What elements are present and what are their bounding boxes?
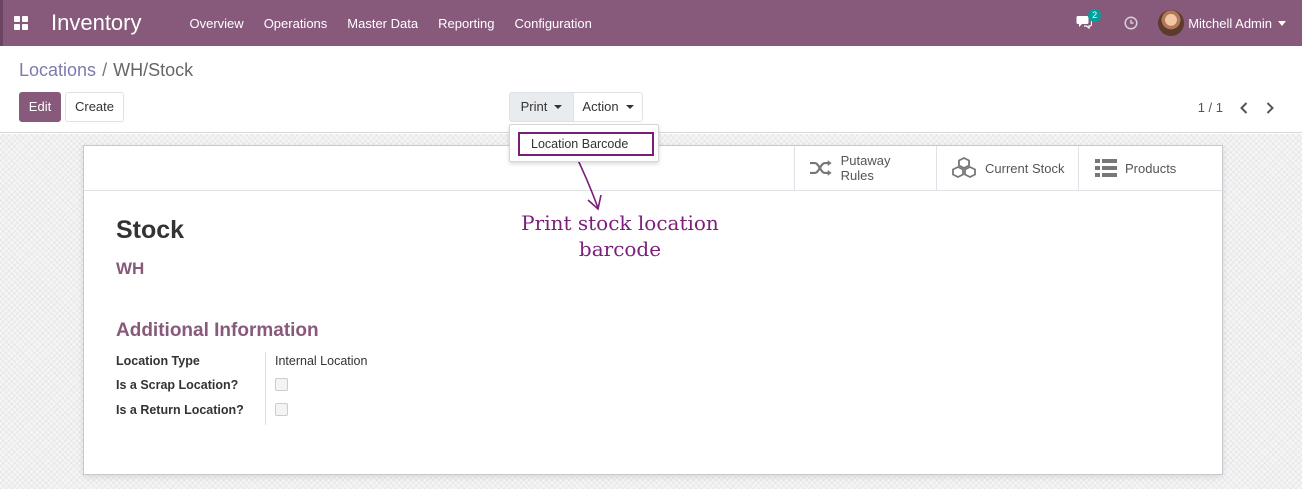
- print-dropdown-menu: Location Barcode: [509, 124, 659, 162]
- putaway-rules-label: Putaway Rules: [840, 153, 891, 183]
- print-dropdown-button[interactable]: Print: [509, 92, 573, 122]
- print-label: Print: [520, 99, 548, 114]
- annotation-line-1: Print stock location: [521, 211, 719, 235]
- caret-down-icon: [625, 105, 634, 109]
- top-navbar: Inventory Overview Operations Master Dat…: [0, 0, 1302, 46]
- apps-grid-icon[interactable]: [14, 16, 28, 30]
- return-location-label: Is a Return Location?: [116, 403, 244, 417]
- clock-icon[interactable]: [1124, 16, 1138, 30]
- return-location-checkbox[interactable]: [275, 403, 288, 416]
- location-barcode-menu-item[interactable]: Location Barcode: [518, 132, 654, 156]
- annotation-text: Print stock location barcode: [510, 210, 730, 262]
- main-menu: Overview Operations Master Data Reportin…: [190, 16, 612, 31]
- chat-count-badge: 2: [1088, 9, 1102, 22]
- app-name[interactable]: Inventory: [51, 10, 142, 36]
- pager-value[interactable]: 1 / 1: [1198, 100, 1223, 115]
- annotation-line-2: barcode: [578, 237, 662, 261]
- menu-item-reporting[interactable]: Reporting: [438, 16, 494, 31]
- breadcrumb-separator: /: [102, 60, 108, 80]
- chat-icon[interactable]: 2: [1076, 9, 1102, 31]
- smart-button-box: Putaway Rules Current Stock Products: [794, 146, 1222, 190]
- chevron-left-icon[interactable]: [1238, 101, 1250, 115]
- field-separator: [265, 352, 266, 425]
- current-stock-label: Current Stock: [985, 160, 1065, 176]
- menu-item-master-data[interactable]: Master Data: [347, 16, 418, 31]
- user-avatar[interactable]: [1158, 10, 1185, 36]
- form-sheet: Putaway Rules Current Stock Products Sto…: [83, 145, 1223, 475]
- action-label: Action: [582, 99, 619, 114]
- user-name[interactable]: Mitchell Admin: [1188, 16, 1272, 31]
- scrap-location-checkbox[interactable]: [275, 378, 288, 391]
- navbar-systray: 2 Mitchell Admin: [1076, 0, 1286, 46]
- menu-item-overview[interactable]: Overview: [190, 16, 244, 31]
- current-stock-button[interactable]: Current Stock: [936, 146, 1078, 190]
- record-name: Stock: [116, 216, 185, 244]
- sheet-divider: [84, 190, 1222, 191]
- cubes-icon: [952, 157, 976, 179]
- form-view-background: Putaway Rules Current Stock Products Sto…: [0, 134, 1302, 489]
- menu-item-configuration[interactable]: Configuration: [514, 16, 591, 31]
- putaway-rules-button[interactable]: Putaway Rules: [794, 146, 936, 190]
- shuffle-icon: [809, 160, 832, 176]
- products-button[interactable]: Products: [1078, 146, 1222, 190]
- edit-button[interactable]: Edit: [19, 92, 61, 122]
- breadcrumb-locations-link[interactable]: Locations: [19, 60, 96, 80]
- caret-down-icon: [554, 105, 563, 109]
- products-label: Products: [1125, 160, 1177, 176]
- record-parent-location[interactable]: WH: [116, 259, 144, 279]
- list-icon: [1095, 159, 1117, 177]
- location-type-value: Internal Location: [275, 354, 368, 368]
- breadcrumb: Locations / WH/Stock: [19, 60, 193, 81]
- scrap-location-label: Is a Scrap Location?: [116, 378, 239, 392]
- chevron-down-icon[interactable]: [1278, 20, 1286, 26]
- action-dropdown-button[interactable]: Action: [573, 92, 643, 122]
- create-button[interactable]: Create: [65, 92, 124, 122]
- control-panel: Locations / WH/Stock Edit Create Print Act…: [0, 46, 1302, 133]
- breadcrumb-current: WH/Stock: [113, 60, 194, 80]
- section-title: Additional Information: [116, 320, 319, 341]
- chevron-right-icon[interactable]: [1264, 101, 1276, 115]
- menu-item-operations[interactable]: Operations: [264, 16, 328, 31]
- location-type-label: Location Type: [116, 354, 200, 368]
